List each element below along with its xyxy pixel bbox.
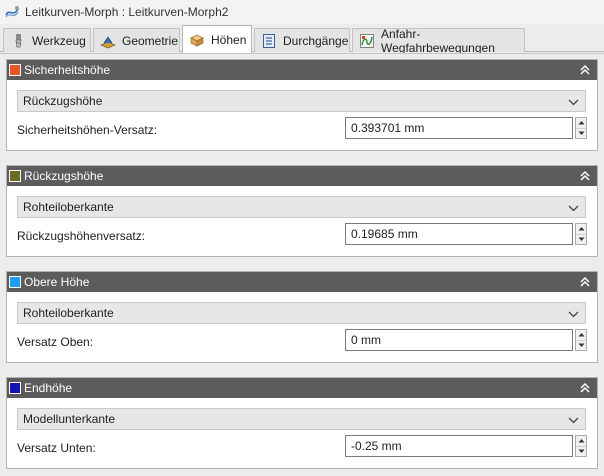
increment-button[interactable] bbox=[576, 436, 586, 446]
select-value: Rückzugshöhe bbox=[23, 94, 103, 108]
color-swatch bbox=[9, 64, 21, 76]
tab-label: Höhen bbox=[211, 32, 247, 47]
top-offset-input[interactable]: 0 mm bbox=[345, 329, 573, 351]
decrement-button[interactable] bbox=[576, 445, 586, 457]
top-height-from-select[interactable]: Rohteiloberkante bbox=[17, 302, 586, 324]
increment-button[interactable] bbox=[576, 224, 586, 234]
morph-toolpath-icon bbox=[4, 4, 20, 20]
panel-header[interactable]: Rückzugshöhe bbox=[7, 166, 597, 186]
tab-label: Werkzeug bbox=[32, 33, 86, 48]
decrement-button[interactable] bbox=[576, 233, 586, 245]
linking-icon bbox=[359, 33, 375, 49]
increment-button[interactable] bbox=[576, 118, 586, 128]
chevron-down-icon bbox=[568, 414, 579, 424]
value-spinner bbox=[575, 329, 587, 351]
tab-label: Geometrie bbox=[122, 33, 179, 48]
clearance-offset-input[interactable]: 0.393701 mm bbox=[345, 117, 573, 139]
tab-label: Anfahr-Wegfahrbewegungen bbox=[381, 26, 495, 55]
field-label: Rückzugshöhenversatz: bbox=[17, 229, 146, 243]
window-title: Leitkurven-Morph : Leitkurven-Morph2 bbox=[25, 5, 229, 19]
color-swatch bbox=[9, 276, 21, 288]
tab-werkzeug[interactable]: Werkzeug bbox=[3, 28, 91, 52]
color-swatch bbox=[9, 170, 21, 182]
tab-hoehen[interactable]: Höhen bbox=[182, 25, 252, 53]
arrow-down-icon bbox=[578, 449, 584, 453]
tab-anfahr-wegfahrbewegungen[interactable]: Anfahr-Wegfahrbewegungen bbox=[352, 26, 525, 55]
panel-title: Rückzugshöhe bbox=[24, 169, 104, 183]
panel-title: Endhöhe bbox=[24, 381, 73, 395]
panel-header[interactable]: Endhöhe bbox=[7, 378, 597, 398]
geometry-icon bbox=[100, 33, 116, 49]
select-value: Rohteiloberkante bbox=[23, 306, 114, 320]
arrow-up-icon bbox=[578, 439, 584, 443]
color-swatch bbox=[9, 382, 21, 394]
value-spinner bbox=[575, 223, 587, 245]
chevron-down-icon bbox=[568, 308, 579, 318]
field-label: Versatz Oben: bbox=[17, 335, 94, 349]
arrow-up-icon bbox=[578, 333, 584, 337]
select-value: Modellunterkante bbox=[23, 412, 116, 426]
heights-tab-content: Sicherheitshöhe Rückzugshöhe Sicherheits… bbox=[0, 53, 604, 476]
chevron-down-icon bbox=[568, 96, 579, 106]
panel-endhoehe: Endhöhe Modellunterkante Versatz Unten: … bbox=[6, 377, 598, 469]
collapse-icon[interactable] bbox=[579, 275, 591, 289]
window-titlebar: Leitkurven-Morph : Leitkurven-Morph2 bbox=[0, 0, 604, 24]
panel-title: Sicherheitshöhe bbox=[24, 63, 111, 77]
collapse-icon[interactable] bbox=[579, 381, 591, 395]
passes-icon bbox=[261, 33, 277, 49]
retract-height-from-select[interactable]: Rohteiloberkante bbox=[17, 196, 586, 218]
select-value: Rohteiloberkante bbox=[23, 200, 114, 214]
panel-title: Obere Höhe bbox=[24, 275, 90, 289]
tab-strip: Werkzeug Geometrie Höhen Durchgänge Anfa… bbox=[0, 24, 604, 55]
field-label: Sicherheitshöhen-Versatz: bbox=[17, 123, 158, 137]
tab-durchgaenge[interactable]: Durchgänge bbox=[254, 28, 350, 52]
collapse-icon[interactable] bbox=[579, 169, 591, 183]
heights-icon bbox=[189, 32, 205, 48]
panel-rueckzugshoehe: Rückzugshöhe Rohteiloberkante Rückzugshö… bbox=[6, 165, 598, 257]
decrement-button[interactable] bbox=[576, 339, 586, 351]
panel-header[interactable]: Obere Höhe bbox=[7, 272, 597, 292]
arrow-up-icon bbox=[578, 121, 584, 125]
tool-icon bbox=[10, 33, 26, 49]
bottom-height-from-select[interactable]: Modellunterkante bbox=[17, 408, 586, 430]
collapse-icon[interactable] bbox=[579, 63, 591, 77]
clearance-height-from-select[interactable]: Rückzugshöhe bbox=[17, 90, 586, 112]
arrow-down-icon bbox=[578, 131, 584, 135]
field-label: Versatz Unten: bbox=[17, 441, 96, 455]
tab-geometrie[interactable]: Geometrie bbox=[93, 28, 180, 52]
chevron-down-icon bbox=[568, 202, 579, 212]
increment-button[interactable] bbox=[576, 330, 586, 340]
panel-header[interactable]: Sicherheitshöhe bbox=[7, 60, 597, 80]
retract-offset-input[interactable]: 0.19685 mm bbox=[345, 223, 573, 245]
value-spinner bbox=[575, 117, 587, 139]
arrow-up-icon bbox=[578, 227, 584, 231]
tab-label: Durchgänge bbox=[283, 33, 349, 48]
panel-sicherheitshoehe: Sicherheitshöhe Rückzugshöhe Sicherheits… bbox=[6, 59, 598, 151]
value-spinner bbox=[575, 435, 587, 457]
panel-obere-hoehe: Obere Höhe Rohteiloberkante Versatz Oben… bbox=[6, 271, 598, 363]
decrement-button[interactable] bbox=[576, 127, 586, 139]
arrow-down-icon bbox=[578, 343, 584, 347]
bottom-offset-input[interactable]: -0.25 mm bbox=[345, 435, 573, 457]
arrow-down-icon bbox=[578, 237, 584, 241]
